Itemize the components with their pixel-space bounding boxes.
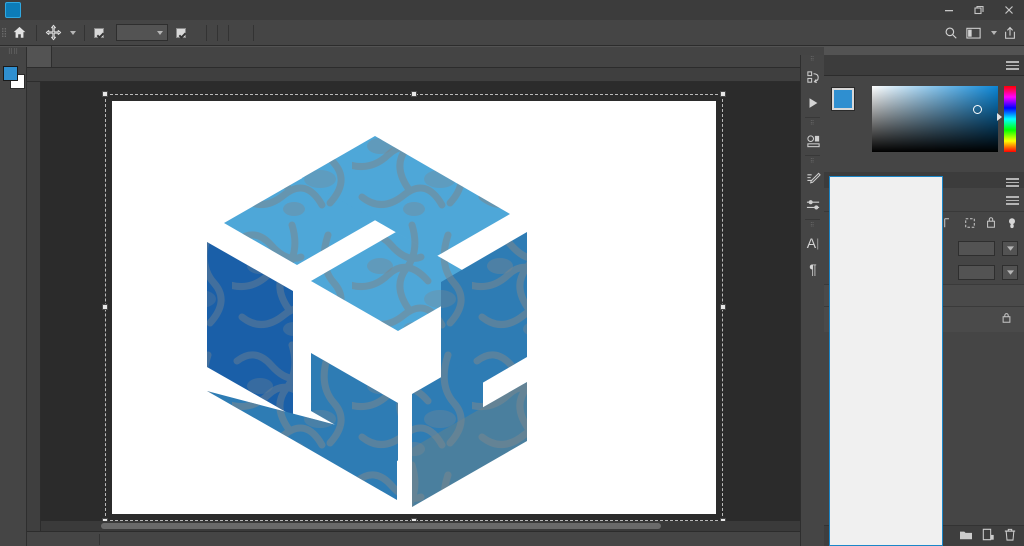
foreground-color-swatch[interactable] — [3, 66, 18, 81]
lock-artboard-icon[interactable] — [964, 217, 976, 232]
minimize-button[interactable] — [934, 0, 964, 20]
chevron-down-icon[interactable] — [70, 30, 76, 35]
paragraph-icon[interactable]: ¶ — [801, 256, 825, 282]
lock-icons-group — [935, 214, 1018, 234]
color-picker-field[interactable] — [872, 86, 998, 152]
divider — [253, 24, 254, 41]
menu-bar — [0, 0, 1024, 20]
divider — [36, 24, 37, 41]
transform-handle-tl[interactable] — [102, 91, 108, 97]
divider — [228, 24, 229, 41]
move-tool-icon — [45, 24, 62, 41]
document-canvas[interactable] — [112, 101, 716, 514]
document-tab-bar — [27, 46, 824, 68]
color-panel-swatches[interactable] — [831, 87, 866, 121]
lock-all-icon[interactable] — [985, 216, 997, 232]
chevron-down-icon[interactable] — [157, 30, 163, 35]
blend-mode-dropdown[interactable] — [829, 176, 943, 546]
character-icon[interactable]: A | — [801, 230, 825, 256]
divider — [217, 24, 218, 41]
new-group-icon[interactable] — [959, 529, 973, 544]
options-bar-right-icons — [940, 22, 1020, 43]
divider — [805, 155, 820, 156]
lock-position-icon[interactable] — [943, 217, 955, 232]
show-transform-controls-checkbox[interactable] — [172, 27, 194, 38]
brush-settings-icon[interactable] — [801, 166, 825, 192]
delete-layer-icon[interactable] — [1004, 528, 1016, 544]
actions-icon[interactable] — [801, 128, 825, 154]
rail-grip[interactable]: ⠿ — [801, 119, 824, 128]
auto-select-scope-dropdown[interactable] — [116, 24, 168, 41]
panel-icon-rail: ⠿ ⠿ ⠿ ⠿ A | ¶ — [800, 55, 824, 546]
lock-transparency-icon[interactable] — [1006, 217, 1018, 232]
divider — [84, 24, 85, 41]
rail-grip[interactable]: ⠿ — [801, 55, 824, 64]
status-bar — [27, 531, 824, 546]
history-icon[interactable] — [801, 64, 825, 90]
transform-handle-tr[interactable] — [720, 91, 726, 97]
hue-slider-marker[interactable] — [997, 113, 1002, 121]
document-tab[interactable] — [27, 46, 52, 67]
window-controls — [934, 0, 1024, 20]
transform-handle-mr[interactable] — [720, 304, 726, 310]
checkbox-checked-icon[interactable] — [176, 27, 186, 38]
panel-menu-icon[interactable] — [1006, 194, 1020, 207]
workspace-icon[interactable] — [963, 22, 984, 43]
chevron-down-icon[interactable] — [1002, 264, 1018, 280]
divider — [805, 117, 820, 118]
opacity-value[interactable] — [958, 240, 995, 256]
transform-handle-ml[interactable] — [102, 304, 108, 310]
lock-icon[interactable] — [1001, 312, 1012, 327]
new-layer-icon[interactable] — [982, 528, 995, 544]
options-bar-grip[interactable]: ⣿ — [0, 20, 8, 46]
photoshop-window: ⣿ ⠿⠿ ⠿ ⠿ ⠿ ⠿ A | ¶ — [0, 0, 1024, 546]
divider — [206, 24, 207, 41]
divider — [99, 533, 100, 545]
canvas-area[interactable] — [41, 82, 824, 531]
canvas-horizontal-scrollbar[interactable] — [41, 521, 824, 531]
horizontal-ruler[interactable] — [27, 68, 824, 82]
color-panel — [824, 76, 1024, 172]
photoshop-logo — [5, 2, 21, 18]
fill-value[interactable] — [958, 264, 995, 280]
move-tool-options[interactable] — [42, 24, 79, 41]
tools-panel: ⠿⠿ — [0, 47, 27, 546]
play-icon[interactable] — [801, 90, 825, 116]
color-panel-tabs — [824, 55, 1024, 76]
hue-slider[interactable] — [1004, 86, 1016, 152]
color-swatches[interactable] — [0, 62, 27, 96]
rail-grip[interactable]: ⠿ — [801, 157, 824, 166]
tools-panel-grip[interactable]: ⠿⠿ — [0, 47, 26, 57]
panel-menu-icon[interactable] — [1006, 59, 1020, 72]
restore-button[interactable] — [964, 0, 994, 20]
checkbox-checked-icon[interactable] — [94, 27, 104, 38]
divider — [805, 219, 820, 220]
scrollbar-thumb[interactable] — [101, 523, 661, 529]
foreground-color-swatch[interactable] — [831, 87, 855, 111]
home-icon[interactable] — [7, 20, 31, 46]
sliders-icon[interactable] — [801, 192, 825, 218]
color-picker-cursor[interactable] — [973, 105, 982, 114]
transform-handle-tc[interactable] — [411, 91, 417, 97]
isometric-cube-artwork — [112, 101, 716, 514]
close-button[interactable] — [994, 0, 1024, 20]
search-icon[interactable] — [940, 22, 961, 43]
options-bar: ⣿ — [0, 20, 1024, 46]
vertical-ruler[interactable] — [27, 82, 41, 531]
auto-select-checkbox[interactable] — [90, 27, 112, 38]
rail-grip[interactable]: ⠿ — [801, 221, 824, 230]
share-icon[interactable] — [999, 22, 1020, 43]
chevron-down-icon[interactable] — [1002, 240, 1018, 256]
chevron-down-icon[interactable] — [991, 30, 997, 35]
